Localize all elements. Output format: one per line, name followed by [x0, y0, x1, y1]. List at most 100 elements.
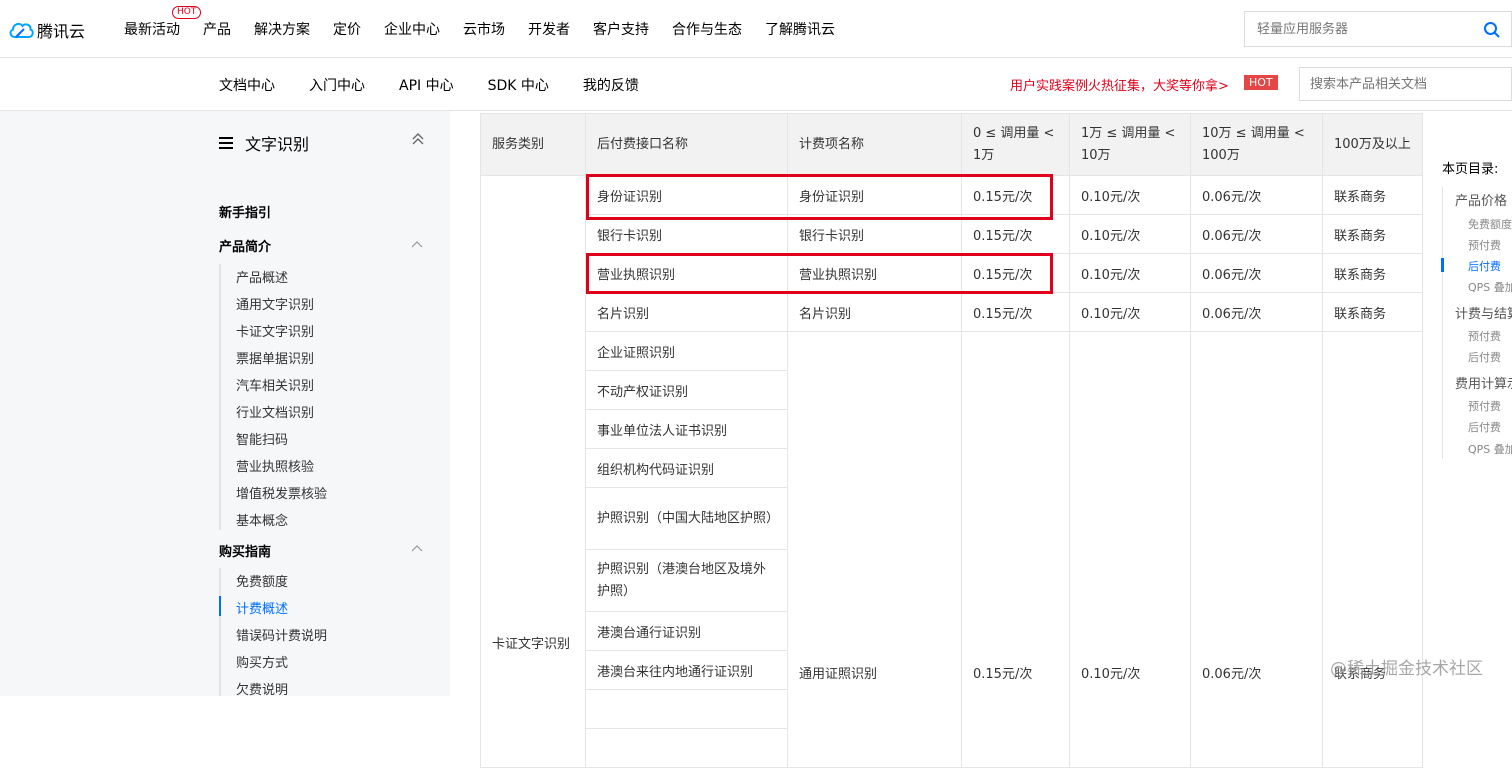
toc-title: 本页目录:: [1442, 162, 1499, 177]
sidebar-item-arrears[interactable]: 欠费说明: [236, 679, 288, 698]
doc-subnav-bar: 文档中心 入门中心 API 中心 SDK 中心 我的反馈 用户实践案例火热征集，…: [0, 58, 1512, 111]
toc-item-cost-example[interactable]: 费用计算示例: [1455, 373, 1512, 392]
toc-item-qps[interactable]: QPS 叠加: [1468, 279, 1512, 295]
subnav-feedback[interactable]: 我的反馈: [583, 75, 639, 95]
nav-item-about[interactable]: 了解腾讯云: [765, 19, 835, 39]
sidebar-section-getting-started[interactable]: 新手指引: [219, 202, 271, 221]
nav-item-products[interactable]: 产品: [203, 19, 231, 39]
api-name-cell: 港澳台通行证识别: [585, 611, 788, 651]
api-name-cell: 护照识别（港澳台地区及境外护照）: [585, 549, 788, 612]
sidebar-item-license-verify[interactable]: 营业执照核验: [236, 456, 314, 475]
api-name-cell: [585, 728, 788, 768]
api-name-cell: 不动产权证识别: [585, 370, 788, 410]
col-header-billing-item: 计费项名称: [787, 113, 962, 176]
doc-content: 服务类别 后付费接口名称 计费项名称 0 ≤ 调用量 < 1万 1万 ≤ 调用量…: [450, 111, 1430, 768]
sidebar-section-purchase[interactable]: 购买指南: [219, 541, 271, 560]
toc-item-prepaid[interactable]: 预付费: [1468, 328, 1501, 344]
toc-item-billing-settlement[interactable]: 计费与结算: [1455, 303, 1512, 322]
price-cell: 0.10元/次: [1069, 292, 1191, 332]
price-cell: 0.10元/次: [1069, 175, 1191, 215]
sidebar-tree-line: [219, 568, 221, 696]
sidebar-active-indicator: [219, 596, 221, 616]
watermark-text: @稀土掘金技术社区: [1330, 659, 1483, 679]
chevron-up-icon[interactable]: [411, 545, 423, 552]
top-search-input[interactable]: [1245, 12, 1465, 46]
toc-active-indicator: [1441, 258, 1444, 272]
sidebar-item-purchase-method[interactable]: 购买方式: [236, 652, 288, 671]
chevron-up-icon[interactable]: [411, 241, 423, 248]
price-cell: 0.10元/次: [1069, 331, 1191, 768]
subnav-api-center[interactable]: API 中心: [399, 75, 454, 95]
nav-item-partners[interactable]: 合作与生态: [672, 19, 742, 39]
highlight-box-business-license: [586, 253, 1053, 294]
sidebar-item-industry-ocr[interactable]: 行业文档识别: [236, 402, 314, 421]
nav-item-solutions[interactable]: 解决方案: [254, 19, 310, 39]
sidebar-item-bill-ocr[interactable]: 票据单据识别: [236, 348, 314, 367]
col-header-tier-3: 10万 ≤ 调用量 < 100万: [1190, 113, 1323, 176]
sidebar-item-vehicle-ocr[interactable]: 汽车相关识别: [236, 375, 314, 394]
contact-sales-link[interactable]: 联系商务: [1322, 214, 1423, 254]
toc-item-postpaid[interactable]: 后付费: [1468, 419, 1501, 435]
toc-item-free-quota[interactable]: 免费额度: [1468, 216, 1512, 232]
col-header-tier-1: 0 ≤ 调用量 < 1万: [961, 113, 1070, 176]
toc-item-postpaid[interactable]: 后付费: [1468, 349, 1501, 365]
contact-sales-link[interactable]: 联系商务: [1322, 175, 1423, 215]
top-search-box: [1244, 11, 1512, 47]
contact-sales-link[interactable]: 联系商务: [1322, 253, 1423, 293]
price-cell: 0.15元/次: [961, 214, 1070, 254]
promo-link[interactable]: 用户实践案例火热征集，大奖等你拿>: [1010, 75, 1229, 94]
doc-search-input[interactable]: [1300, 68, 1500, 100]
search-icon[interactable]: [1483, 21, 1501, 39]
menu-icon[interactable]: [219, 137, 233, 149]
price-cell: 0.06元/次: [1190, 292, 1323, 332]
price-cell: 0.06元/次: [1190, 214, 1323, 254]
sidebar-section-intro[interactable]: 产品简介: [219, 236, 271, 255]
contact-sales-link[interactable]: 联系商务: [1322, 292, 1423, 332]
col-header-api-name: 后付费接口名称: [585, 113, 788, 176]
table-row: 企业证照识别 通用证照识别 0.15元/次 0.10元/次 0.06元/次 联系…: [481, 331, 1423, 768]
nav-item-marketplace[interactable]: 云市场: [463, 19, 505, 39]
nav-item-latest-activity[interactable]: 最新活动: [124, 19, 180, 39]
nav-item-support[interactable]: 客户支持: [593, 19, 649, 39]
highlight-box-id-card: [586, 174, 1053, 220]
col-header-category: 服务类别: [480, 113, 586, 176]
api-name-cell: 事业单位法人证书识别: [585, 409, 788, 449]
sidebar-item-error-billing[interactable]: 错误码计费说明: [236, 625, 327, 644]
subnav-sdk-center[interactable]: SDK 中心: [488, 75, 549, 95]
sidebar-item-smart-scan[interactable]: 智能扫码: [236, 429, 288, 448]
toc-item-qps[interactable]: QPS 叠加: [1468, 441, 1512, 457]
api-name-cell: 组织机构代码证识别: [585, 448, 788, 488]
doc-subnav: 文档中心 入门中心 API 中心 SDK 中心 我的反馈: [219, 75, 673, 95]
brand-logo[interactable]: 腾讯云: [8, 18, 85, 42]
sidebar-item-free-quota[interactable]: 免费额度: [236, 571, 288, 590]
sidebar-item-card-ocr[interactable]: 卡证文字识别: [236, 321, 314, 340]
toc-item-postpaid[interactable]: 后付费: [1468, 258, 1501, 274]
toc-line: [1442, 187, 1443, 459]
toc-item-product-price[interactable]: 产品价格: [1455, 190, 1507, 209]
contact-sales-link[interactable]: 联系商务: [1322, 331, 1423, 768]
api-name-cell: 护照识别（中国大陆地区护照）: [585, 487, 788, 550]
toc-item-prepaid[interactable]: 预付费: [1468, 237, 1501, 253]
subnav-getting-started[interactable]: 入门中心: [309, 75, 365, 95]
page-toc: 本页目录: 产品价格 免费额度 预付费 后付费 QPS 叠加 计费与结算 预付费…: [1430, 111, 1512, 696]
nav-item-developers[interactable]: 开发者: [528, 19, 570, 39]
price-cell: 0.10元/次: [1069, 214, 1191, 254]
toc-item-prepaid[interactable]: 预付费: [1468, 398, 1501, 414]
price-cell: 0.10元/次: [1069, 253, 1191, 293]
hot-badge: HOT: [172, 6, 202, 19]
table-row: 银行卡识别 银行卡识别 0.15元/次 0.10元/次 0.06元/次 联系商务: [481, 214, 1423, 254]
subnav-doc-center[interactable]: 文档中心: [219, 75, 275, 95]
doc-search-box: [1299, 67, 1512, 101]
cloud-logo-icon: [9, 22, 34, 38]
col-header-tier-4: 100万及以上: [1322, 113, 1423, 176]
sidebar-item-billing-overview[interactable]: 计费概述: [236, 598, 288, 617]
nav-item-pricing[interactable]: 定价: [333, 19, 361, 39]
nav-item-enterprise[interactable]: 企业中心: [384, 19, 440, 39]
sidebar-item-concepts[interactable]: 基本概念: [236, 510, 288, 529]
sidebar-product-title: 文字识别: [245, 135, 310, 154]
sidebar-item-invoice-verify[interactable]: 增值税发票核验: [236, 483, 327, 502]
api-name-cell: 名片识别: [585, 292, 788, 332]
collapse-all-icon[interactable]: [411, 133, 425, 145]
sidebar-item-general-ocr[interactable]: 通用文字识别: [236, 294, 314, 313]
sidebar-item-overview[interactable]: 产品概述: [236, 267, 288, 286]
